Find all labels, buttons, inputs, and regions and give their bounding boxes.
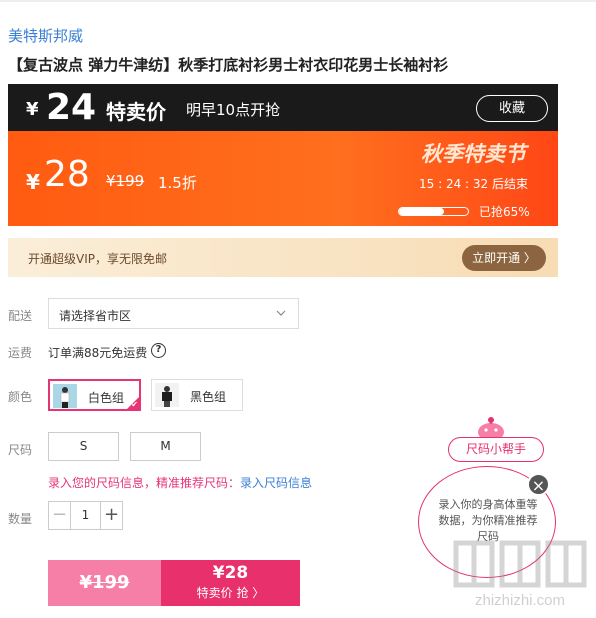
sale-start-time: 明早10点开抢 <box>186 101 281 119</box>
discount-rate: 1.5折 <box>158 174 197 192</box>
promo-presale-bar: ¥ 24 特卖价 明早10点开抢 收藏 <box>8 84 558 131</box>
buy-action-label: 特卖价 抢 〉 <box>196 586 265 600</box>
buy-sale-panel: ¥28 特卖价 抢 〉 <box>161 560 300 606</box>
size-option-s[interactable]: S <box>48 432 119 461</box>
quantity-increase-button[interactable]: + <box>100 502 122 529</box>
help-icon[interactable]: ? <box>151 343 166 358</box>
chevron-down-icon <box>276 310 286 316</box>
promo-price-bar: ¥ 28 ¥199 1.5折 秋季特卖节 15 : 24 : 32 后结束 已抢… <box>8 131 558 226</box>
quantity-label: 数量 <box>8 512 33 526</box>
watermark: zhizhizhi.com <box>450 537 590 609</box>
promo-banner: ¥ 24 特卖价 明早10点开抢 收藏 ¥ 28 ¥199 1.5折 秋季特卖节… <box>8 84 558 226</box>
color-option-white[interactable]: 白色组 ✔ <box>48 379 141 411</box>
delivery-label: 配送 <box>8 309 33 323</box>
product-thumbnail-white <box>53 384 77 408</box>
sold-progress-bar <box>398 207 469 216</box>
region-select[interactable]: 请选择省市区 <box>48 298 299 329</box>
size-option-m[interactable]: M <box>130 432 201 461</box>
currency-symbol: ¥ <box>26 170 40 194</box>
sold-percent: 已抢65% <box>479 205 530 219</box>
countdown-timer: 15 : 24 : 32 后结束 <box>419 177 528 191</box>
quantity-input[interactable]: 1 <box>71 502 100 529</box>
size-label: 尺码 <box>8 443 33 457</box>
size-helper-button[interactable]: 尺码小帮手 <box>448 437 544 462</box>
quantity-stepper: − 1 + <box>48 501 123 530</box>
buy-price: ¥28 <box>212 563 249 583</box>
sale-price: 24 <box>46 87 97 128</box>
quantity-decrease-button[interactable]: − <box>49 502 71 529</box>
color-option-label: 黑色组 <box>190 390 227 404</box>
current-price: 28 <box>44 154 90 195</box>
sold-progress-fill <box>399 208 444 215</box>
vip-text: 开通超级VIP，享无限免邮 <box>28 252 167 266</box>
original-price: ¥199 <box>106 172 145 190</box>
region-select-value: 请选择省市区 <box>59 309 132 323</box>
close-icon[interactable]: × <box>527 473 550 496</box>
size-tip-text: 录入您的尺码信息，精准推荐尺码： <box>48 476 241 490</box>
buy-button[interactable]: ¥199 ¥28 特卖价 抢 〉 <box>48 560 300 606</box>
color-option-black[interactable]: 黑色组 <box>151 379 243 411</box>
product-title: 【复古波点 弹力牛津纺】秋季打底衬衫男士衬衣印花男士长袖衬衫 <box>8 56 449 74</box>
buy-original-price: ¥199 <box>48 560 161 606</box>
vip-banner: 开通超级VIP，享无限免邮 立即开通 〉 <box>8 238 558 277</box>
check-icon: ✔ <box>131 400 138 409</box>
brand-link[interactable]: 美特斯邦威 <box>8 25 83 46</box>
watermark-url: zhizhizhi.com <box>474 592 566 609</box>
color-label: 颜色 <box>8 390 33 404</box>
event-name: 秋季特卖节 <box>421 142 526 166</box>
vip-open-button[interactable]: 立即开通 〉 <box>462 245 546 271</box>
shipping-label: 运费 <box>8 346 33 360</box>
size-tip: 录入您的尺码信息，精准推荐尺码：录入尺码信息 <box>48 474 312 491</box>
sale-label: 特卖价 <box>106 100 166 124</box>
color-option-label: 白色组 <box>88 391 125 405</box>
product-thumbnail-black <box>155 383 179 407</box>
currency-symbol: ¥ <box>26 99 39 120</box>
top-divider <box>0 0 596 2</box>
size-entry-link[interactable]: 录入尺码信息 <box>240 476 312 490</box>
shipping-text: 订单满88元免运费 <box>48 346 148 360</box>
watermark-logo <box>453 540 587 588</box>
favorite-button[interactable]: 收藏 <box>476 95 548 122</box>
